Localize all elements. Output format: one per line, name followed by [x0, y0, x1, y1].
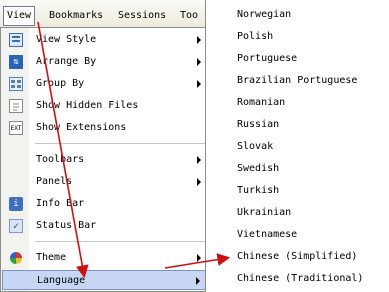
menu-tools[interactable]: Too: [177, 7, 201, 25]
theme-icon: [9, 251, 23, 265]
language-item[interactable]: Turkish: [237, 183, 279, 199]
language-item[interactable]: Vietnamese: [237, 227, 297, 243]
arrange-by-icon: ⇅: [9, 55, 23, 69]
menu-item-label: Theme: [36, 252, 67, 263]
menu-item-status-bar[interactable]: ✓ Status Bar: [2, 216, 208, 236]
menu-bookmarks[interactable]: Bookmarks: [46, 7, 106, 25]
language-item[interactable]: Swedish: [237, 161, 279, 177]
menu-item-arrange-by[interactable]: ⇅ Arrange By: [2, 52, 208, 72]
language-item[interactable]: Norwegian: [237, 7, 291, 23]
submenu-arrow-icon: [197, 178, 201, 186]
group-by-icon: [9, 77, 23, 91]
menu-item-language[interactable]: Language: [2, 270, 208, 290]
menu-item-label: Info Bar: [36, 198, 85, 209]
submenu-arrow-icon: [197, 80, 201, 88]
menu-item-label: Status Bar: [36, 220, 97, 231]
menu-item-label: Language: [37, 275, 86, 286]
menu-item-label: Panels: [36, 176, 73, 187]
menu-item-label: Show Extensions: [36, 122, 127, 133]
submenu-arrow-icon: [197, 156, 201, 164]
menu-item-show-extensions[interactable]: EXT Show Extensions: [2, 118, 208, 138]
menu-item-panels[interactable]: Panels: [2, 172, 208, 192]
language-item[interactable]: Romanian: [237, 95, 285, 111]
menu-item-show-hidden-files[interactable]: Show Hidden Files: [2, 96, 208, 116]
language-item[interactable]: Portuguese: [237, 51, 297, 67]
language-item[interactable]: Ukrainian: [237, 205, 291, 221]
view-style-icon: [9, 33, 23, 47]
language-item[interactable]: Brazilian Portuguese: [237, 73, 357, 89]
extensions-icon: EXT: [9, 121, 23, 135]
menu-sessions[interactable]: Sessions: [115, 7, 169, 25]
submenu-arrow-icon: [197, 254, 201, 262]
language-item[interactable]: Russian: [237, 117, 279, 133]
language-item-chinese-simplified[interactable]: Chinese (Simplified): [237, 249, 357, 265]
menu-item-info-bar[interactable]: i Info Bar: [2, 194, 208, 214]
menu-view[interactable]: View: [3, 6, 36, 26]
submenu-arrow-icon: [197, 36, 201, 44]
menu-separator: [35, 241, 205, 242]
menu-item-toolbars[interactable]: Toolbars: [2, 150, 208, 170]
menu-item-theme[interactable]: Theme: [2, 248, 208, 268]
language-item[interactable]: Chinese (Traditional): [237, 271, 363, 287]
menu-item-label: Arrange By: [36, 56, 97, 67]
language-submenu: Norwegian Polish Portuguese Brazilian Po…: [205, 0, 389, 292]
menu-item-label: View Style: [36, 34, 97, 45]
view-dropdown-menu: View Style ⇅ Arrange By Group By Show Hi…: [0, 27, 210, 292]
language-item[interactable]: Slovak: [237, 139, 273, 155]
language-item[interactable]: Polish: [237, 29, 273, 45]
checkmark-icon: ✓: [9, 219, 23, 233]
submenu-arrow-icon: [197, 58, 201, 66]
menu-item-label: Group By: [36, 78, 85, 89]
hidden-files-icon: [9, 99, 23, 113]
menu-item-label: Show Hidden Files: [36, 100, 139, 111]
menu-item-label: Toolbars: [36, 154, 85, 165]
menu-separator: [35, 143, 205, 144]
submenu-arrow-icon: [196, 277, 200, 285]
menu-item-group-by[interactable]: Group By: [2, 74, 208, 94]
menu-item-view-style[interactable]: View Style: [2, 30, 208, 50]
info-bar-icon: i: [9, 197, 23, 211]
